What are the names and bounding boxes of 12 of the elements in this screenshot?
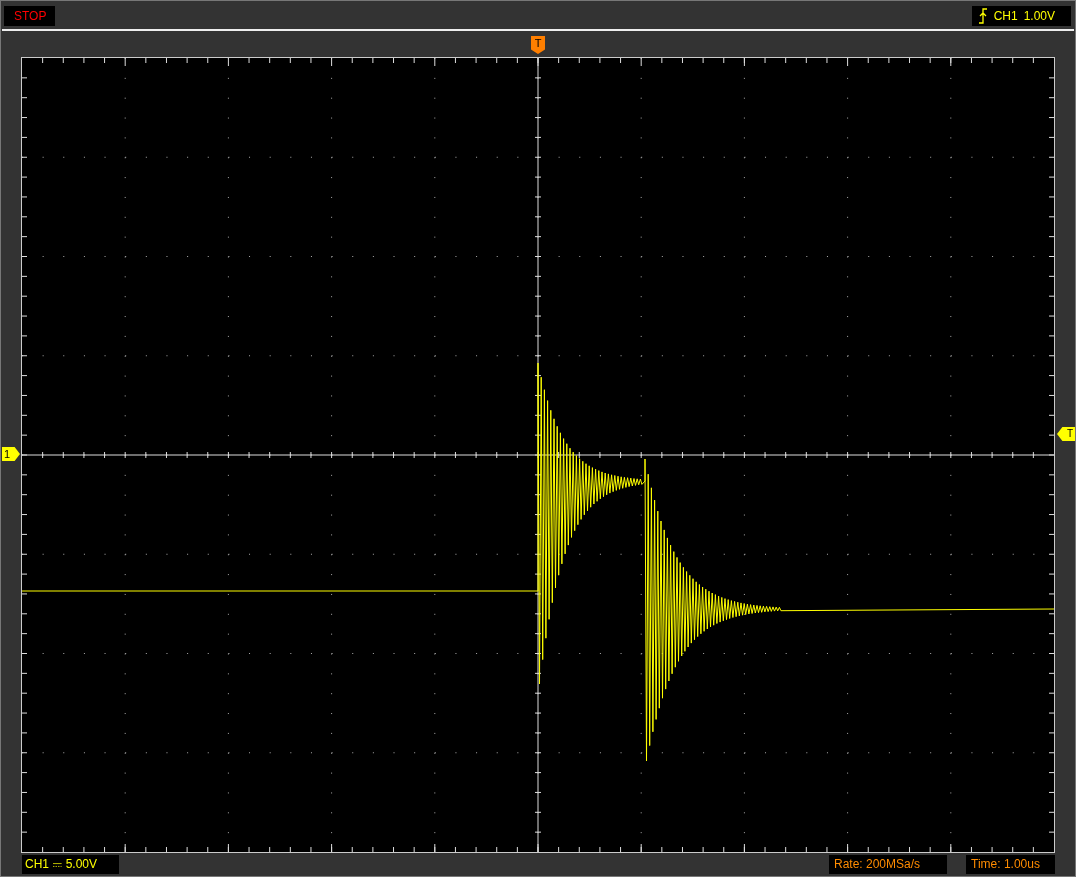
trigger-channel: CH1 [993,9,1018,23]
timebase: Time: 1.00us [966,855,1055,874]
sample-rate: Rate: 200MSa/s [829,855,947,874]
dc-coupling-icon [53,860,62,869]
trigger-position-marker[interactable]: T [531,36,545,54]
trigger-level: 1.00V [1023,9,1055,23]
trigger-level-marker[interactable]: T [1057,427,1075,441]
channel-label: CH1 [25,856,49,873]
channel-marker[interactable]: 1 [2,447,20,461]
run-status: STOP [4,6,56,26]
volts-per-division: 5.00V [65,856,97,873]
rising-edge-icon [977,8,988,24]
